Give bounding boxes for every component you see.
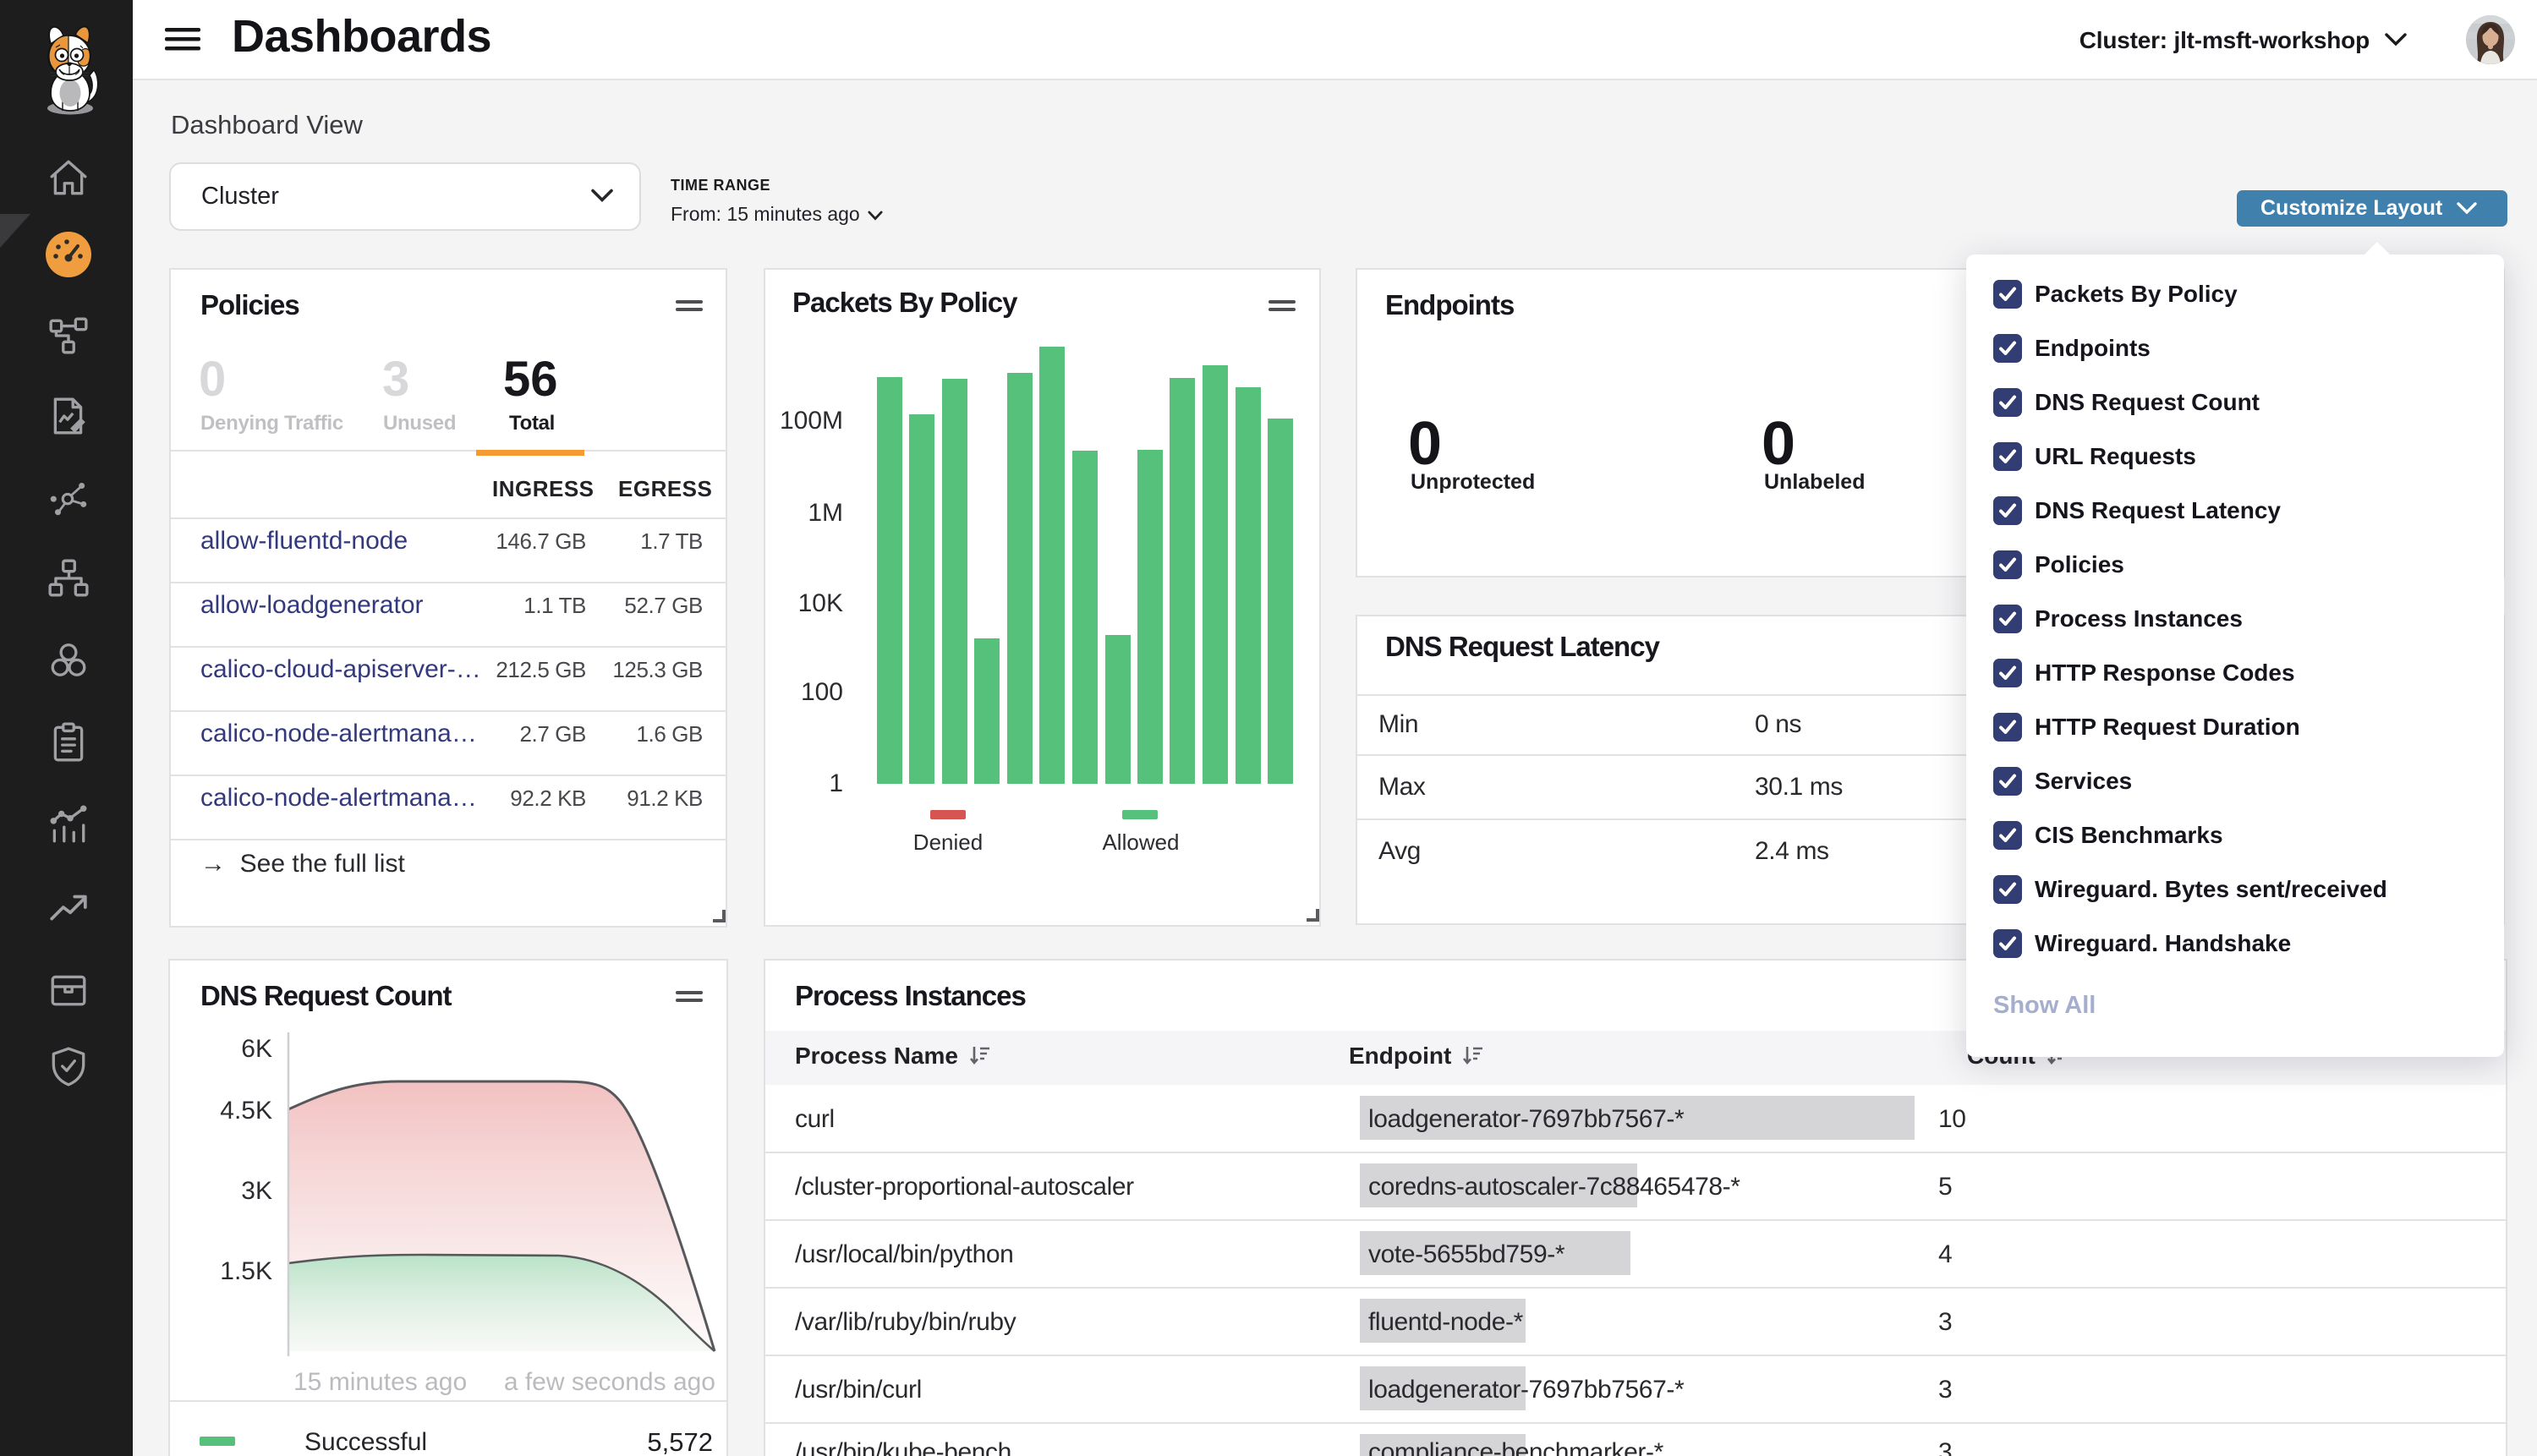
svg-text:4.5K: 4.5K (220, 1097, 272, 1125)
svg-text:6K: 6K (241, 1035, 272, 1063)
svg-text:3K: 3K (241, 1177, 272, 1205)
svg-text:1.5K: 1.5K (220, 1257, 272, 1285)
